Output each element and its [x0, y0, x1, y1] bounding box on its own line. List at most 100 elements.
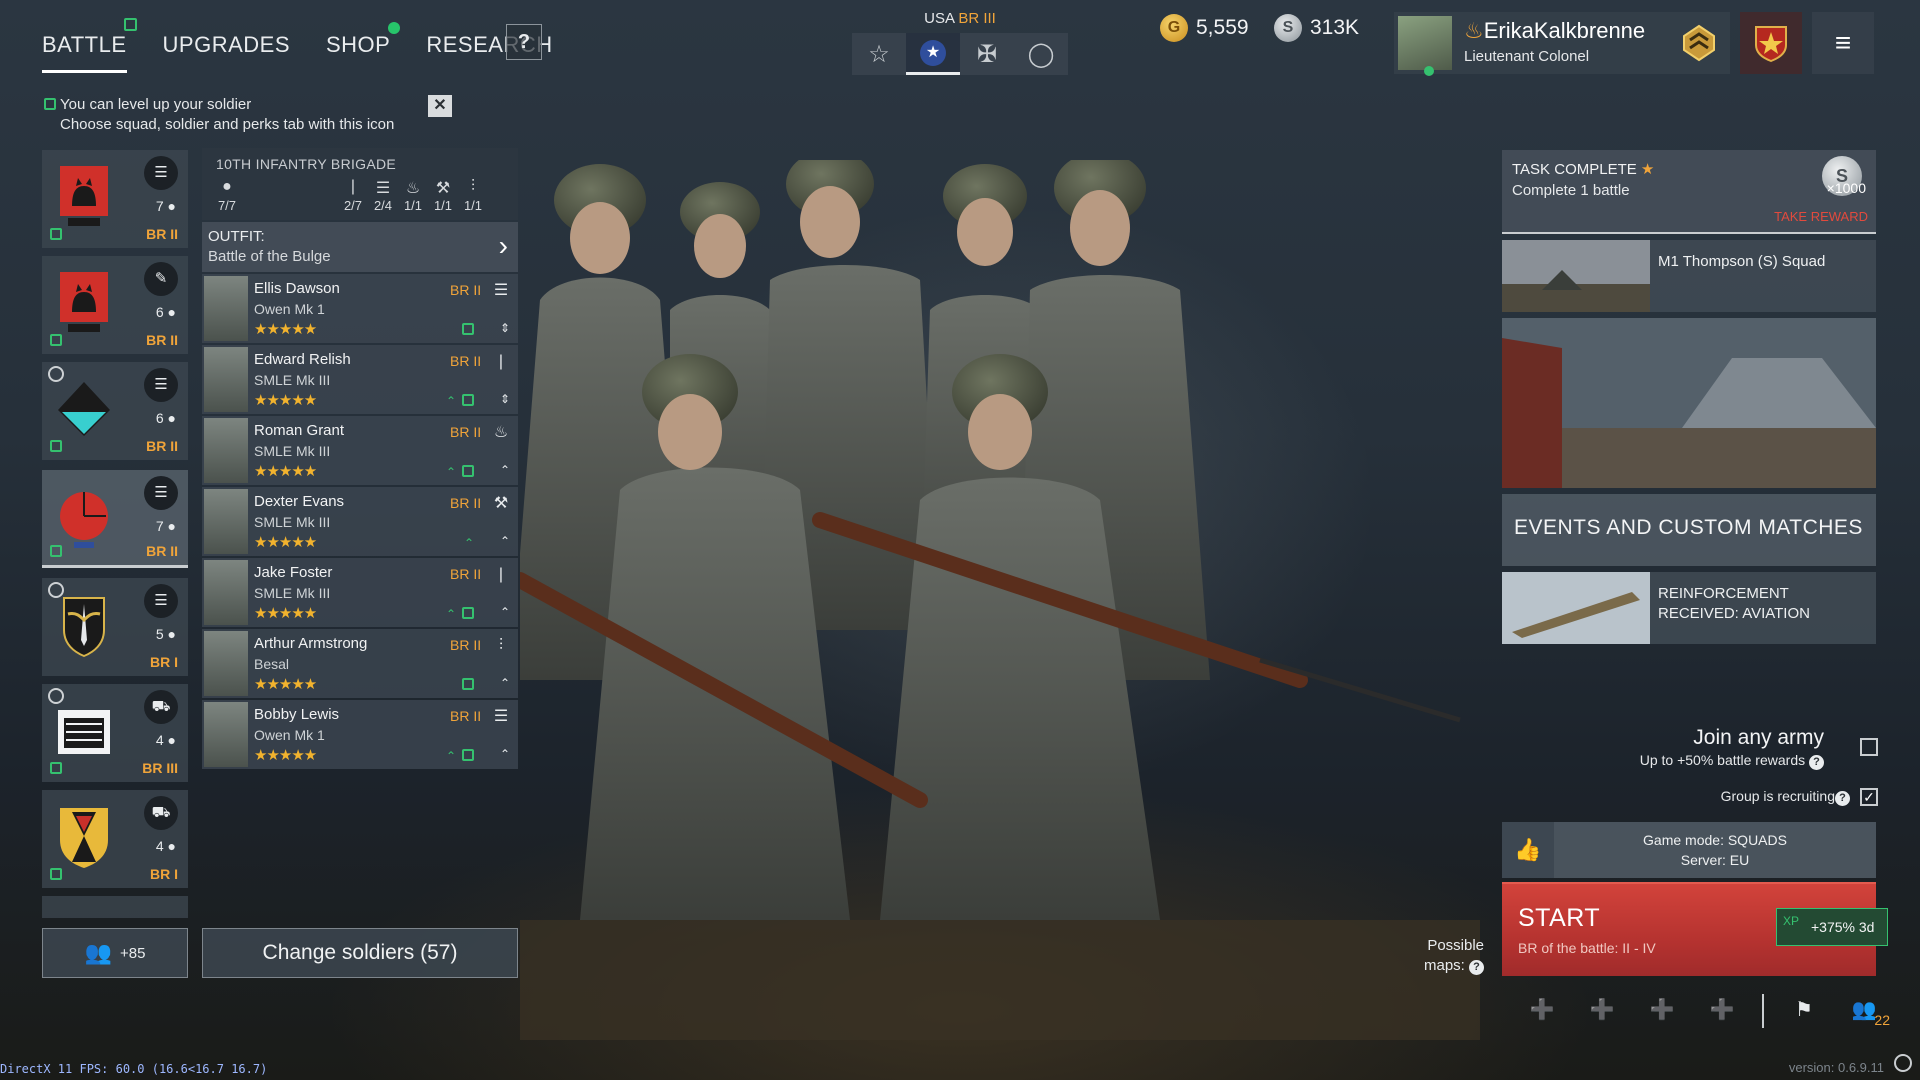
circle-emblem-icon[interactable]: ◯ [1014, 33, 1068, 75]
help-button[interactable]: ? [506, 24, 542, 60]
squad-card[interactable]: ☰ 6 ● BR II [42, 362, 188, 460]
chevron-up-icon[interactable]: ⌃ [500, 676, 510, 690]
close-hint-button[interactable]: ✕ [428, 95, 452, 117]
xp-label: XP [1783, 914, 1800, 928]
menu-button[interactable]: ≡ [1812, 12, 1874, 74]
soldier-row[interactable]: Ellis Dawson Owen Mk 1 ★★★★★ BR II ☰ ⇕ [202, 274, 518, 343]
nation-country: USA [924, 10, 955, 27]
outfit-selector[interactable]: OUTFIT: Battle of the Bulge › [202, 222, 518, 272]
flame-icon: ♨ [493, 424, 509, 441]
soldier-row[interactable]: Edward Relish SMLE Mk III ★★★★★ BR II | … [202, 345, 518, 414]
squad-card-partial[interactable] [42, 896, 188, 918]
rifle-icon: | [350, 178, 356, 195]
soldier-row[interactable]: Bobby Lewis Owen Mk 1 ★★★★★ BR II ☰ ⌃ ⌃ [202, 700, 518, 769]
chevron-up-down-icon[interactable]: ⇕ [500, 321, 510, 335]
tab-battle[interactable]: BATTLE [42, 18, 137, 73]
squad-offer-card[interactable]: M1 Thompson (S) Squad [1502, 240, 1876, 312]
chevron-up-icon[interactable]: ⌃ [500, 463, 510, 477]
squad-card[interactable]: ☰ 7 ● BR II [42, 150, 188, 248]
soldier-stars: ★★★★★ [254, 747, 317, 764]
reinforcement-title: REINFORCEMENT RECEIVED: AVIATION [1658, 585, 1810, 622]
gold-currency[interactable]: G 5,559 [1160, 14, 1249, 42]
help-icon[interactable]: ? [1809, 755, 1824, 770]
rank-up-icon: ⌃ [446, 465, 457, 479]
usa-star-icon[interactable]: ★ [906, 33, 960, 75]
squad-card[interactable]: ☰ 5 ● BR I [42, 578, 188, 676]
soldier-row[interactable]: Roman Grant SMLE Mk III ★★★★★ BR II ♨ ⌃ … [202, 416, 518, 485]
rifle-icon: | [498, 353, 504, 370]
squad-count: 5 [155, 626, 164, 642]
squad-card-selected[interactable]: ☰ 7 ● BR II [42, 470, 188, 568]
help-icon[interactable]: ? [1835, 791, 1850, 806]
thumbs-up-icon[interactable]: 👍 [1502, 822, 1554, 878]
stat-ammo: ⫶ 1/1 [458, 178, 488, 213]
chevron-up-icon[interactable]: ⌃ [500, 747, 510, 761]
group-recruiting-checkbox[interactable]: ✓ [1860, 788, 1878, 806]
invite-player-icon[interactable]: ➕ [1512, 992, 1572, 1028]
friends-icon[interactable]: 👥 22 [1834, 992, 1894, 1028]
soldier-row[interactable]: Dexter Evans SMLE Mk III ★★★★★ BR II ⚒ ⌃… [202, 487, 518, 556]
soldier-stars: ★★★★★ [254, 534, 317, 551]
tab-upgrades[interactable]: UPGRADES [163, 22, 290, 70]
soldier-row[interactable]: Arthur Armstrong Besal ★★★★★ BR II ⫶ ⌃ [202, 629, 518, 698]
level-up-indicator-icon [462, 394, 474, 406]
invite-player-icon[interactable]: ➕ [1572, 992, 1632, 1028]
squad-card[interactable]: ⛟ 4 ● BR I [42, 790, 188, 888]
chevron-up-down-icon[interactable]: ⇕ [500, 392, 510, 406]
silver-currency[interactable]: S 313K [1274, 14, 1359, 42]
squad-br: BR I [150, 866, 178, 882]
player-name: ErikaKalkbrenne [1483, 18, 1646, 43]
join-subtitle: Up to +50% battle rewards [1639, 752, 1806, 768]
recruiting-label: Group is recruiting [1720, 788, 1835, 804]
hint-line-2: Choose squad, soldier and perks tab with… [60, 116, 395, 133]
start-button[interactable]: START BR of the battle: II - IV XP +375%… [1502, 882, 1888, 976]
wrench-icon: ⚒ [493, 495, 509, 512]
reserve-button[interactable]: 👥 +85 [42, 928, 188, 978]
stat-flamethrower: ♨ 1/1 [398, 178, 428, 213]
flag-icon[interactable]: ⚑ [1774, 992, 1834, 1028]
invite-player-icon[interactable]: ➕ [1632, 992, 1692, 1028]
featured-map-image[interactable] [1502, 318, 1876, 488]
soldier-weapon: SMLE Mk III [254, 443, 331, 459]
help-icon[interactable]: ? [1469, 960, 1485, 975]
task-complete-card[interactable]: TASK COMPLETE ★ Complete 1 battle S ×100… [1502, 150, 1876, 234]
soldier-portrait [204, 418, 248, 483]
rifle-icon: | [498, 566, 504, 583]
star-outline-icon[interactable]: ☆ [852, 33, 906, 75]
squad-card[interactable]: ⛟ 4 ● BR III [42, 684, 188, 782]
chevron-up-icon[interactable]: ⌃ [500, 534, 510, 548]
soldier-weapon: SMLE Mk III [254, 514, 331, 530]
soldier-weapon: SMLE Mk III [254, 585, 331, 601]
person-icon: ● [167, 626, 176, 642]
group-icon: 👥 [84, 940, 112, 965]
xp-boost-badge[interactable]: XP +375% 3d [1776, 908, 1888, 946]
divider [1762, 994, 1764, 1028]
squad-card[interactable]: ✎ 6 ● BR II [42, 256, 188, 354]
game-mode-panel[interactable]: 👍 Game mode: SQUADS Server: EU [1502, 822, 1876, 878]
join-any-army-checkbox[interactable] [1860, 738, 1878, 756]
level-up-indicator-icon [462, 465, 474, 477]
take-reward-link[interactable]: TAKE REWARD [1774, 209, 1868, 224]
list-icon: ☰ [375, 180, 391, 197]
chevron-up-icon[interactable]: ⌃ [500, 605, 510, 619]
tab-shop[interactable]: SHOP [326, 22, 401, 70]
soldier-br: BR II [450, 708, 482, 724]
gold-coin-icon: G [1160, 14, 1188, 42]
soldier-name: Bobby Lewis [254, 706, 340, 723]
reinforcement-card[interactable]: REINFORCEMENT RECEIVED: AVIATION [1502, 572, 1876, 644]
vehicle-icon: ⛟ [144, 690, 178, 724]
squad-count: 6 [155, 304, 164, 320]
events-custom-matches-button[interactable]: EVENTS AND CUSTOM MATCHES [1502, 494, 1876, 566]
soldier-stars: ★★★★★ [254, 676, 317, 693]
soldier-stars: ★★★★★ [254, 321, 317, 338]
iron-cross-icon[interactable]: ✠ [960, 33, 1014, 75]
person-icon: ● [222, 178, 232, 195]
campaign-emblem-button[interactable] [1740, 12, 1802, 74]
flame-icon: ♨ [405, 180, 421, 197]
profile-card[interactable]: ♨ErikaKalkbrenne Lieutenant Colonel [1394, 12, 1730, 76]
soldier-row[interactable]: Jake Foster SMLE Mk III ★★★★★ BR II | ⌃ … [202, 558, 518, 627]
invite-player-icon[interactable]: ➕ [1692, 992, 1752, 1028]
ammo-icon: ⫶ [470, 178, 475, 195]
settings-icon[interactable] [1894, 1054, 1912, 1072]
change-soldiers-button[interactable]: Change soldiers (57) [202, 928, 518, 978]
